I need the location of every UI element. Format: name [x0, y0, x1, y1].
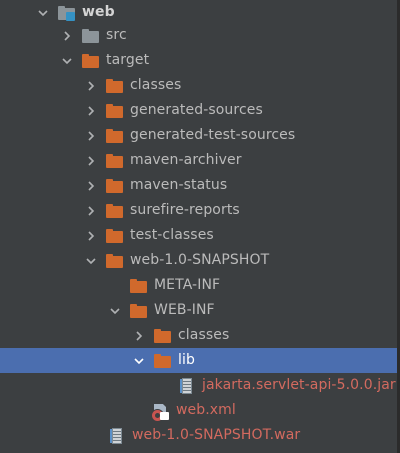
module-folder-icon: [58, 5, 76, 21]
chevron-down-icon[interactable]: [36, 6, 50, 20]
tree-node-src[interactable]: src: [0, 23, 397, 48]
tree-node-web-inf[interactable]: WEB-INF: [0, 298, 397, 323]
tree-node-label: maven-status: [130, 177, 228, 193]
tree-node-meta-inf[interactable]: META-INF: [0, 273, 397, 298]
chevron-right-icon[interactable]: [84, 204, 98, 218]
tree-node-surefire-reports[interactable]: surefire-reports: [0, 198, 397, 223]
folder-icon: [106, 153, 124, 169]
chevron-right-icon[interactable]: [84, 129, 98, 143]
folder-icon: [106, 103, 124, 119]
tree-node-web-inf-classes[interactable]: classes: [0, 323, 397, 348]
folder-icon: [82, 28, 100, 44]
chevron-down-icon[interactable]: [84, 254, 98, 268]
tree-node-maven-status[interactable]: maven-status: [0, 173, 397, 198]
folder-icon: [106, 253, 124, 269]
tree-node-label: generated-test-sources: [130, 127, 296, 143]
xml-config-icon: [152, 403, 170, 421]
tree-node-label: web-1.0-SNAPSHOT: [130, 252, 270, 268]
chevron-right-icon[interactable]: [84, 79, 98, 93]
folder-icon: [106, 78, 124, 94]
chevron-right-icon[interactable]: [132, 329, 146, 343]
folder-icon: [106, 228, 124, 244]
tree-node-web-xml[interactable]: web.xml: [0, 398, 397, 423]
tree-node-label: web-1.0-SNAPSHOT.war: [132, 427, 301, 443]
tree-node-label: classes: [130, 77, 182, 93]
tree-node-label: test-classes: [130, 227, 214, 243]
tree-node-label: web: [82, 4, 115, 20]
folder-icon: [106, 203, 124, 219]
tree-node-label: maven-archiver: [130, 152, 242, 168]
chevron-right-icon[interactable]: [84, 229, 98, 243]
jar-icon: [108, 427, 126, 444]
folder-icon: [130, 303, 148, 319]
chevron-right-icon[interactable]: [84, 179, 98, 193]
tree-node-lib[interactable]: lib: [0, 348, 397, 373]
chevron-down-icon[interactable]: [60, 54, 74, 68]
chevron-down-icon[interactable]: [108, 304, 122, 318]
tree-node-web[interactable]: web: [0, 0, 397, 25]
tree-node-label: surefire-reports: [130, 202, 240, 218]
tree-node-label: WEB-INF: [154, 302, 215, 318]
tree-node-label: jakarta.servlet-api-5.0.0.jar: [202, 377, 396, 393]
tree-node-web-snapshot[interactable]: web-1.0-SNAPSHOT: [0, 248, 397, 273]
tree-node-label: generated-sources: [130, 102, 263, 118]
tree-node-label: src: [106, 27, 127, 43]
tree-node-generated-test-sources[interactable]: generated-test-sources: [0, 123, 397, 148]
tree-node-maven-archiver[interactable]: maven-archiver: [0, 148, 397, 173]
folder-icon: [106, 178, 124, 194]
folder-icon: [130, 278, 148, 294]
tree-node-label: target: [106, 52, 150, 68]
jar-icon: [178, 377, 196, 394]
tree-node-label: META-INF: [154, 277, 221, 293]
tree-node-classes[interactable]: classes: [0, 73, 397, 98]
tree-node-target[interactable]: target: [0, 48, 397, 73]
tree-node-label: lib: [178, 352, 195, 368]
chevron-right-icon[interactable]: [60, 29, 74, 43]
chevron-right-icon[interactable]: [84, 104, 98, 118]
tree-node-label: web.xml: [176, 402, 236, 418]
tree-node-jakarta-jar[interactable]: jakarta.servlet-api-5.0.0.jar: [0, 373, 397, 398]
project-tree: web src target classes generated-sources…: [0, 0, 400, 453]
chevron-down-icon[interactable]: [132, 354, 146, 368]
tree-node-test-classes[interactable]: test-classes: [0, 223, 397, 248]
folder-icon: [154, 328, 172, 344]
folder-icon: [106, 128, 124, 144]
tree-node-generated-sources[interactable]: generated-sources: [0, 98, 397, 123]
tree-node-label: classes: [178, 327, 230, 343]
tree-node-war[interactable]: web-1.0-SNAPSHOT.war: [0, 423, 397, 448]
folder-icon: [82, 53, 100, 69]
chevron-right-icon[interactable]: [84, 154, 98, 168]
folder-icon: [154, 353, 172, 369]
